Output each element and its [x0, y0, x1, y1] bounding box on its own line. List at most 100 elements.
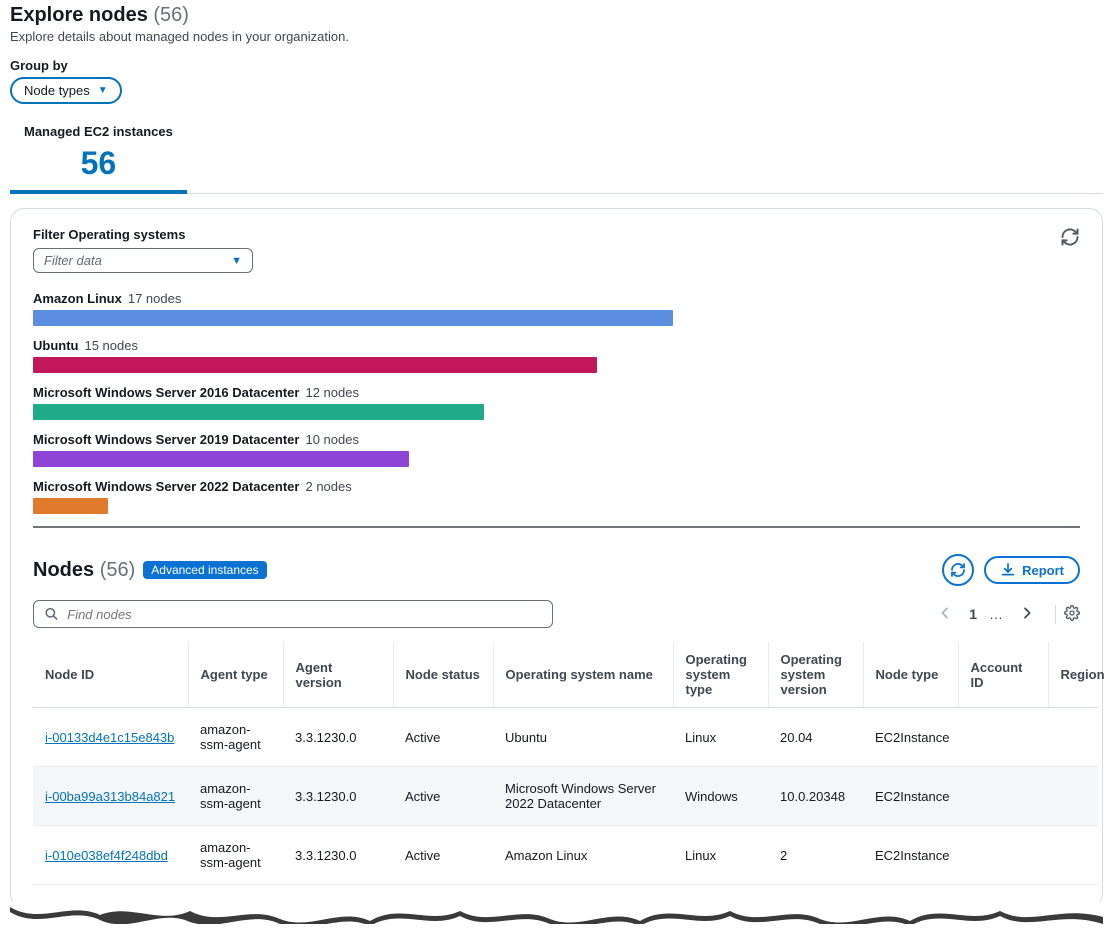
cell — [1048, 826, 1098, 885]
download-icon — [1000, 562, 1016, 578]
col-header[interactable]: Node type — [863, 642, 958, 708]
cell: Active — [393, 826, 493, 885]
cell: 3.3.1230.0 — [283, 708, 393, 767]
cell: EC2Instance — [863, 708, 958, 767]
os-bar-label: Microsoft Windows Server 2016 Datacenter… — [33, 385, 1080, 400]
pagination: 1 … — [933, 601, 1080, 628]
table-row: i-00133d4e1c15e843b amazon-ssm-agent3.3.1… — [33, 708, 1098, 767]
nodes-search-input[interactable] — [67, 607, 542, 622]
os-bar[interactable] — [33, 498, 108, 514]
page-next[interactable] — [1015, 601, 1039, 628]
col-header[interactable]: Region — [1048, 642, 1098, 708]
cell — [958, 708, 1048, 767]
gear-icon — [1064, 605, 1080, 621]
node-id-link[interactable]: i-00ba99a313b84a821 — [45, 789, 175, 804]
col-header[interactable]: Agent type — [188, 642, 283, 708]
page-title: Explore nodes (56) — [10, 4, 1103, 27]
cell: EC2Instance — [863, 767, 958, 826]
cell: 2 — [768, 826, 863, 885]
cell: amazon-ssm-agent — [188, 708, 283, 767]
cell: Microsoft Windows Server 2022 Datacenter — [493, 767, 673, 826]
nodes-title-text: Nodes — [33, 559, 94, 581]
cell — [1048, 708, 1098, 767]
tab-label: Managed EC2 instances — [24, 122, 173, 139]
col-header[interactable]: Agent version — [283, 642, 393, 708]
page-ellipsis: … — [989, 606, 1003, 622]
table-row: i-010e038ef4f248dbd amazon-ssm-agent3.3.1… — [33, 826, 1098, 885]
nodes-search[interactable] — [33, 600, 553, 628]
refresh-icon — [950, 562, 966, 578]
node-id-link[interactable]: i-010e038ef4f248dbd — [45, 848, 168, 863]
cell: Active — [393, 767, 493, 826]
cell: 10.0.20348 — [768, 767, 863, 826]
os-bar[interactable] — [33, 451, 409, 467]
os-bar-row: Microsoft Windows Server 2019 Datacenter… — [33, 432, 1080, 467]
os-bar-row: Ubuntu15 nodes — [33, 338, 1080, 373]
summary-tabbar: Managed EC2 instances 56 — [10, 122, 1103, 194]
cell — [958, 826, 1048, 885]
report-button[interactable]: Report — [984, 556, 1080, 584]
search-icon — [44, 606, 59, 622]
cell: amazon-ssm-agent — [188, 767, 283, 826]
col-header[interactable]: Account ID — [958, 642, 1048, 708]
page-subtitle: Explore details about managed nodes in y… — [10, 29, 1103, 44]
os-bar-row: Microsoft Windows Server 2022 Datacenter… — [33, 479, 1080, 514]
cell: Linux — [673, 826, 768, 885]
cell: i-00133d4e1c15e843b — [33, 708, 188, 767]
os-bar-label: Ubuntu15 nodes — [33, 338, 1080, 353]
cell: Amazon Linux — [493, 826, 673, 885]
cell: i-00ba99a313b84a821 — [33, 767, 188, 826]
tab-managed-ec2[interactable]: Managed EC2 instances 56 — [10, 122, 187, 194]
nodes-title: Nodes (56) Advanced instances — [33, 559, 267, 582]
refresh-nodes-button[interactable] — [942, 554, 974, 586]
groupby-value: Node types — [24, 83, 90, 98]
cell: 20.04 — [768, 708, 863, 767]
os-bar[interactable] — [33, 310, 673, 326]
node-id-link[interactable]: i-00133d4e1c15e843b — [45, 730, 174, 745]
filter-os-placeholder: Filter data — [44, 253, 102, 268]
cell — [958, 767, 1048, 826]
cell: i-010e038ef4f248dbd — [33, 826, 188, 885]
cell: amazon-ssm-agent — [188, 826, 283, 885]
chevron-right-icon — [1019, 605, 1035, 621]
cell: EC2Instance — [863, 826, 958, 885]
title-count: (56) — [153, 4, 189, 26]
page-number[interactable]: 1 — [969, 606, 977, 622]
nodes-table: Node IDAgent typeAgent versionNode statu… — [33, 642, 1098, 885]
report-label: Report — [1022, 563, 1064, 578]
refresh-button[interactable] — [1060, 227, 1080, 250]
col-header[interactable]: Operating system name — [493, 642, 673, 708]
nodes-count: (56) — [100, 559, 136, 581]
filter-os-select[interactable]: Filter data ▼ — [33, 248, 253, 273]
groupby-label: Group by — [10, 58, 1103, 73]
col-header[interactable]: Node ID — [33, 642, 188, 708]
chevron-left-icon — [937, 605, 953, 621]
os-bar-row: Amazon Linux17 nodes — [33, 291, 1080, 326]
page-prev[interactable] — [933, 601, 957, 628]
col-header[interactable]: Node status — [393, 642, 493, 708]
os-bar-label: Amazon Linux17 nodes — [33, 291, 1080, 306]
cell: Linux — [673, 708, 768, 767]
filter-os-title: Filter Operating systems — [33, 227, 253, 242]
cell: 3.3.1230.0 — [283, 767, 393, 826]
cell: Ubuntu — [493, 708, 673, 767]
cell: 3.3.1230.0 — [283, 826, 393, 885]
cell: Windows — [673, 767, 768, 826]
os-bar[interactable] — [33, 404, 484, 420]
os-bar[interactable] — [33, 357, 597, 373]
refresh-icon — [1060, 227, 1080, 247]
col-header[interactable]: Operating system version — [768, 642, 863, 708]
cell: Active — [393, 708, 493, 767]
title-text: Explore nodes — [10, 4, 148, 26]
advanced-instances-badge[interactable]: Advanced instances — [143, 561, 266, 579]
col-header[interactable]: Operating system type — [673, 642, 768, 708]
os-bar-label: Microsoft Windows Server 2022 Datacenter… — [33, 479, 1080, 494]
os-bar-label: Microsoft Windows Server 2019 Datacenter… — [33, 432, 1080, 447]
os-bar-row: Microsoft Windows Server 2016 Datacenter… — [33, 385, 1080, 420]
groupby-select[interactable]: Node types ▼ — [10, 77, 122, 104]
caret-down-icon: ▼ — [231, 255, 242, 267]
table-settings-button[interactable] — [1055, 605, 1080, 624]
tab-value: 56 — [24, 139, 173, 190]
card-divider — [33, 526, 1080, 528]
cell — [1048, 767, 1098, 826]
